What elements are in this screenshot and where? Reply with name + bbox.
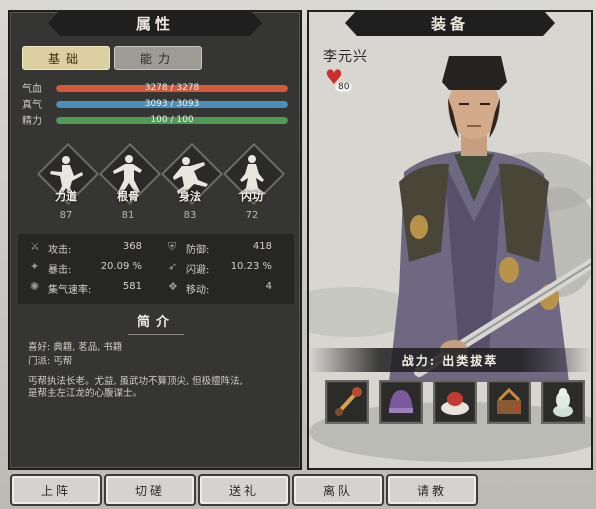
equip-slot-armor[interactable] [379, 380, 423, 424]
manual-icon [497, 387, 521, 414]
charge-icon: ✺ [30, 280, 40, 293]
hp-value: 3278 / 3278 [144, 83, 200, 93]
skill-strength[interactable]: 力道 87 [36, 142, 100, 226]
stat-value: 581 [122, 281, 142, 292]
intro-title: 简介 [136, 315, 175, 330]
intro-sect: 门派: 丐帮 [28, 356, 73, 367]
equipment-panel: 装备 李元兴 ♥ 80 战力: 出类拔萃 [307, 10, 593, 470]
equip-slot-accessory[interactable] [433, 380, 477, 424]
equip-slot-weapon[interactable] [325, 380, 369, 424]
statue-icon [553, 388, 573, 417]
stat-value: 368 [122, 241, 142, 252]
spar-button[interactable]: 切磋 [104, 474, 196, 506]
stat-value: 20.09 % [100, 261, 142, 272]
leave-party-button[interactable]: 离队 [292, 474, 384, 506]
dodge-icon: ➶ [168, 260, 178, 273]
stats-table: ⚔ 攻击: 368 ⛨ 防御: 418 ✦ 暴击: 20.09 % ➶ 闪避: … [18, 234, 294, 304]
intro-bio-1: 丐帮执法长老。尤益, 虽武功不算顶尖, 但极擅阵法, [28, 376, 243, 387]
hat-icon [441, 392, 469, 415]
equipment-title: 装备 [345, 10, 555, 36]
skill-name: 内功 [241, 190, 263, 203]
attributes-panel: 属性 基础 能力 气血 3278 / 3278 真气 3093 / 3093 精… [8, 10, 302, 470]
footprint-icon: ❖ [168, 280, 178, 293]
divider [128, 334, 184, 335]
stamina-label: 精力 [22, 116, 42, 127]
mp-label: 真气 [22, 100, 42, 111]
stat-value: 10.23 % [230, 261, 272, 272]
crit-icon: ✦ [30, 260, 40, 273]
skills-row: 力道 87 根骨 81 身法 83 内功 72 [36, 142, 286, 226]
shield-icon: ⛨ [168, 240, 177, 253]
skill-value: 87 [59, 210, 73, 221]
stat-defense: ⛨ 防御: 418 [168, 238, 272, 258]
game-window: 属性 基础 能力 气血 3278 / 3278 真气 3093 / 3093 精… [0, 0, 596, 509]
mp-bar: 真气 3093 / 3093 [22, 98, 288, 111]
helmet-icon [389, 390, 413, 413]
skill-name: 根骨 [117, 190, 139, 203]
stat-charge-rate: ✺ 集气速率: 581 [30, 278, 142, 298]
skill-name: 力道 [55, 190, 77, 203]
intro-hobby: 喜好: 典籍, 茗品, 书籍 [28, 342, 123, 353]
hp-label: 气血 [22, 84, 42, 95]
sword-icon: ⚔ [30, 240, 40, 253]
stat-value: 418 [252, 241, 272, 252]
stat-dodge: ➶ 闪避: 10.23 % [168, 258, 272, 278]
attributes-title: 属性 [48, 10, 262, 36]
skill-value: 72 [245, 210, 259, 221]
stat-label: 闪避: [186, 265, 210, 276]
stat-label: 暴击: [48, 265, 72, 276]
combat-power: 战力: 出类拔萃 [309, 348, 591, 372]
stat-move: ❖ 移动: 4 [168, 278, 272, 298]
skill-value: 83 [183, 210, 197, 221]
stat-label: 集气速率: [48, 285, 92, 296]
equip-slot-treasure[interactable] [541, 380, 585, 424]
equip-slot-manual[interactable] [487, 380, 531, 424]
consult-button[interactable]: 请教 [386, 474, 478, 506]
weapon-icon [335, 387, 362, 416]
stat-label: 防御: [186, 245, 210, 256]
stat-value: 4 [265, 281, 272, 292]
stat-crit: ✦ 暴击: 20.09 % [30, 258, 142, 278]
skill-constitution[interactable]: 根骨 81 [98, 142, 162, 226]
tab-ability[interactable]: 能力 [114, 46, 202, 70]
stat-label: 攻击: [48, 245, 72, 256]
skill-agility[interactable]: 身法 83 [160, 142, 224, 226]
skill-value: 81 [121, 210, 135, 221]
skill-inner-power[interactable]: 内功 72 [222, 142, 286, 226]
mp-value: 3093 / 3093 [144, 99, 200, 109]
hp-bar: 气血 3278 / 3278 [22, 82, 288, 95]
gift-button[interactable]: 送礼 [198, 474, 290, 506]
deploy-button[interactable]: 上阵 [10, 474, 102, 506]
stamina-bar: 精力 100 / 100 [22, 114, 288, 127]
tab-basic[interactable]: 基础 [22, 46, 110, 70]
stat-label: 移动: [186, 285, 210, 296]
skill-name: 身法 [179, 190, 201, 203]
stat-attack: ⚔ 攻击: 368 [30, 238, 142, 258]
stamina-value: 100 / 100 [150, 115, 194, 125]
intro-bio-2: 是帮主左江龙的心腹谋士。 [28, 388, 143, 399]
